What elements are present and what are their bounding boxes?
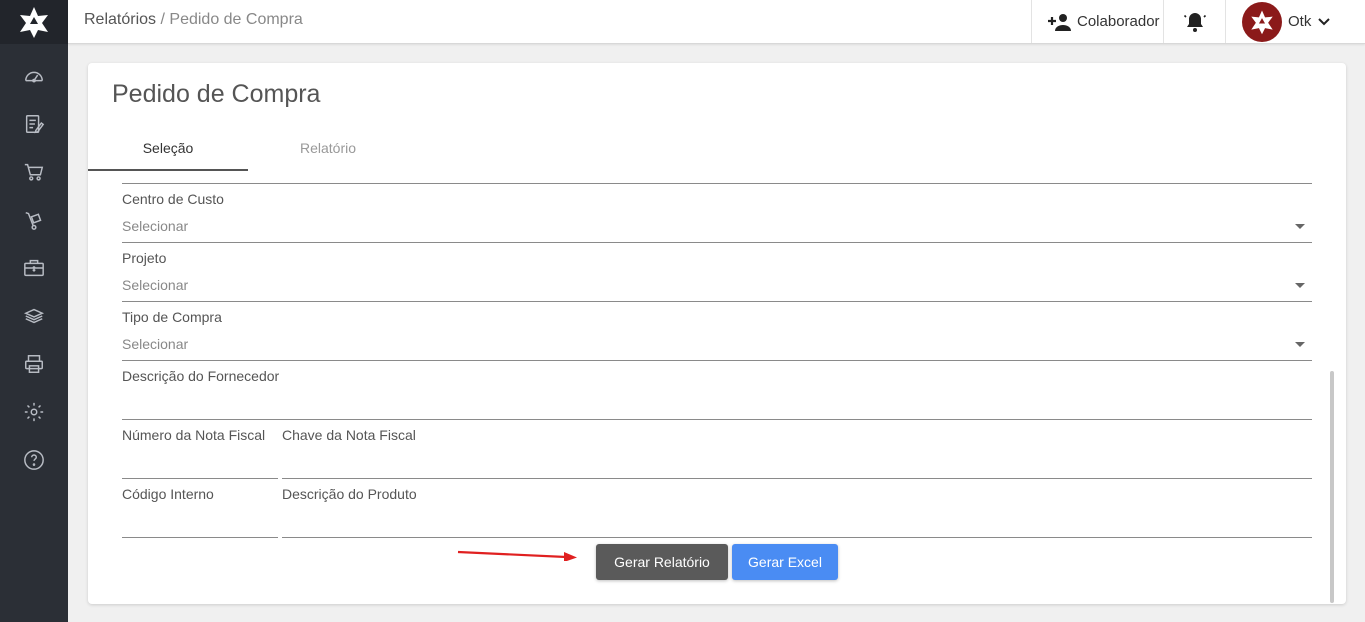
tab-bar: Seleção Relatório (88, 129, 1346, 171)
avatar-logo-icon (1251, 10, 1273, 34)
field-underline (122, 419, 1312, 420)
gear-icon[interactable] (20, 398, 48, 426)
bell-icon (1183, 12, 1206, 32)
internal-code-label: Código Interno (122, 486, 214, 502)
chevron-down-icon (1318, 17, 1331, 25)
hand-truck-icon[interactable] (20, 206, 48, 234)
annotation-arrow-icon (457, 550, 577, 561)
field-underline (122, 183, 1312, 184)
collaborator-label: Colaborador (1077, 13, 1160, 30)
breadcrumb-root[interactable]: Relatórios (84, 11, 156, 28)
tab-selection[interactable]: Seleção (88, 129, 248, 171)
supplier-description-label: Descrição do Fornecedor (122, 368, 280, 384)
field-underline (122, 301, 1312, 302)
main-card: Pedido de Compra Seleção Relatório Centr… (88, 63, 1346, 604)
field-underline (122, 242, 1312, 243)
breadcrumb-separator: / (160, 11, 165, 28)
coins-stack-icon[interactable] (20, 302, 48, 330)
briefcase-money-icon[interactable] (20, 254, 48, 282)
field-underline (122, 360, 1312, 361)
purchase-type-value: Selecionar (122, 336, 189, 352)
project-label: Projeto (122, 250, 167, 266)
user-name: Otk (1288, 13, 1312, 30)
generate-excel-button[interactable]: Gerar Excel (732, 544, 838, 580)
product-description-label: Descrição do Produto (282, 486, 417, 502)
page-title: Pedido de Compra (112, 80, 321, 108)
project-value: Selecionar (122, 277, 189, 293)
breadcrumb-current: Pedido de Compra (169, 11, 303, 28)
field-underline (122, 537, 278, 538)
field-underline (122, 478, 278, 479)
printer-icon[interactable] (20, 350, 48, 378)
invoice-number-label: Número da Nota Fiscal (122, 427, 266, 443)
selection-form: Centro de Custo Selecionar Projeto Selec… (88, 171, 1346, 604)
dashboard-icon[interactable] (20, 62, 48, 90)
field-underline (282, 478, 1312, 479)
tab-report[interactable]: Relatório (248, 129, 408, 171)
logo-icon (20, 7, 48, 38)
field-underline (282, 537, 1312, 538)
help-icon[interactable] (20, 446, 48, 474)
caret-down-icon (1295, 224, 1305, 229)
sidebar (0, 0, 68, 622)
cost-center-value: Selecionar (122, 218, 189, 234)
invoice-key-label: Chave da Nota Fiscal (282, 427, 416, 443)
user-menu[interactable]: Otk (1225, 0, 1365, 43)
avatar (1242, 1, 1282, 42)
caret-down-icon (1295, 342, 1305, 347)
breadcrumb: Relatórios / Pedido de Compra (84, 11, 303, 29)
generate-report-button[interactable]: Gerar Relatório (596, 544, 728, 580)
top-bar: Relatórios / Pedido de Compra Colaborado… (68, 0, 1365, 44)
caret-down-icon (1295, 283, 1305, 288)
notifications-button[interactable] (1163, 0, 1225, 43)
purchase-type-label: Tipo de Compra (122, 309, 222, 325)
scrollbar[interactable] (1330, 371, 1334, 603)
cart-icon[interactable] (20, 158, 48, 186)
cost-center-label: Centro de Custo (122, 191, 224, 207)
add-person-icon (1048, 13, 1071, 31)
document-edit-icon[interactable] (20, 110, 48, 138)
app-logo[interactable] (0, 0, 68, 44)
collaborator-button[interactable]: Colaborador (1031, 0, 1163, 43)
